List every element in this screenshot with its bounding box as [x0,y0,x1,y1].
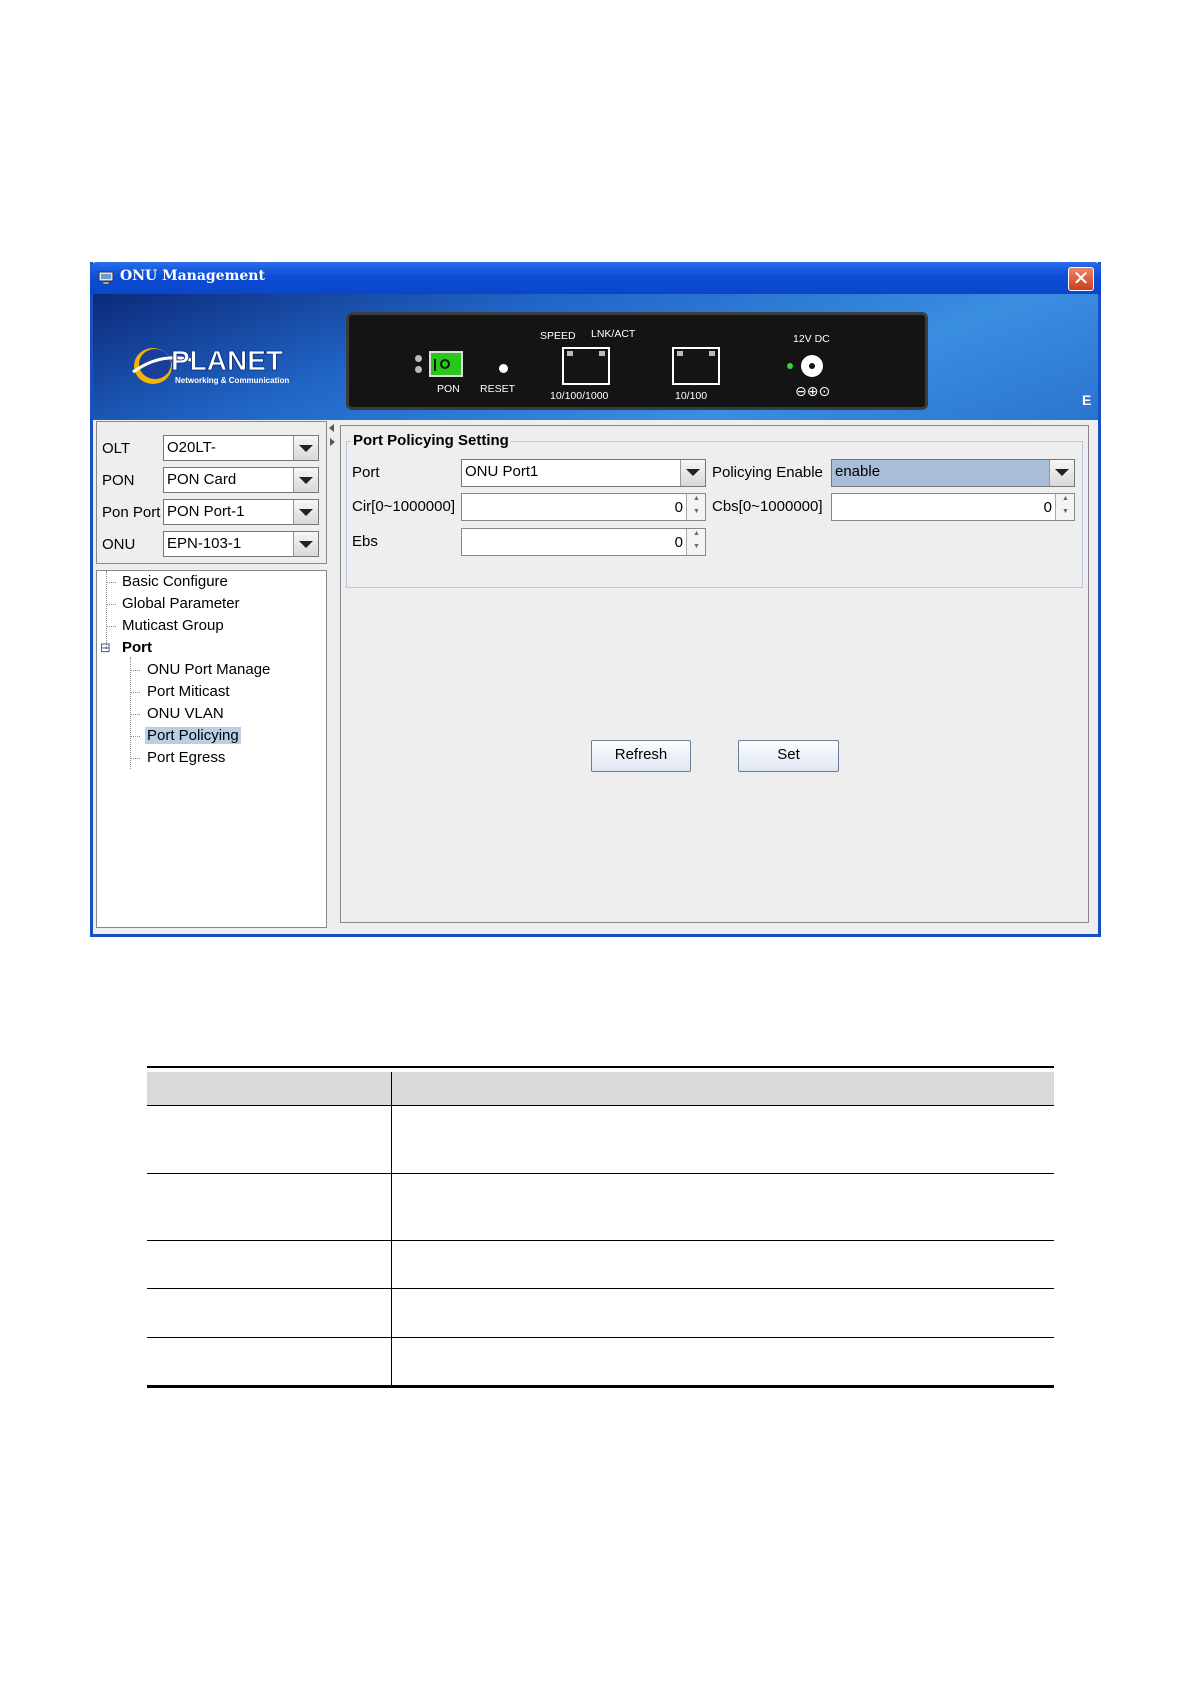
pon-label: PON [102,472,135,489]
tree-item-port-egress[interactable]: Port Egress [147,749,225,766]
splitter-collapse-icon[interactable] [329,424,334,432]
olt-select[interactable]: O20LT- [163,435,319,461]
pon-port-selector-row: Pon Port PON Port-1 [102,499,324,525]
table-row [147,1240,1054,1288]
computer-icon [98,271,114,285]
led-indicator [415,355,422,362]
tree-item-port-policying[interactable]: Port Policying [145,727,241,744]
chevron-down-icon[interactable] [293,532,318,556]
power-jack-icon [801,355,823,377]
close-button[interactable]: ✕ [1068,267,1094,291]
policying-enable-label: Policying Enable [712,464,823,481]
tree-item-port-miticast[interactable]: Port Miticast [147,683,230,700]
port-select[interactable]: ONU Port1 [461,459,706,487]
led-indicator [415,366,422,373]
window-titlebar[interactable]: ONU Management ✕ [90,262,1101,294]
group-title: Port Policying Setting [351,432,511,449]
chevron-down-icon[interactable] [293,500,318,524]
port-label: Port [352,464,380,481]
pon-selector-row: PON PON Card [102,467,324,493]
pon-port-select[interactable]: PON Port-1 [163,499,319,525]
pon-port-value: PON Port-1 [167,503,245,520]
port1-speed-label: 10/100/1000 [550,390,609,402]
lnk-act-label: LNK/ACT [591,328,636,340]
ethernet-port-icon [672,347,720,385]
table-row [147,1337,1054,1385]
cir-value: 0 [674,499,683,516]
olt-value: O20LT- [167,439,216,456]
spinner-buttons[interactable]: ▲ ▼ [686,529,705,555]
device-banner: PLANET Networking & Communication PON RE… [93,294,1098,420]
policying-enable-select[interactable]: enable [831,459,1075,487]
tree-item-basic-configure[interactable]: Basic Configure [122,573,228,590]
chevron-down-icon[interactable] [293,468,318,492]
power-led-icon [787,363,793,369]
tree-folder-port[interactable]: Port [122,639,152,656]
arrow-down-icon: ▼ [693,508,700,515]
planet-logo: PLANET Networking & Communication [132,345,289,385]
arrow-down-icon: ▼ [1062,508,1069,515]
cbs-value: 0 [1043,499,1052,516]
spinner-buttons[interactable]: ▲ ▼ [1055,494,1074,520]
pon-port-label: Pon Port [102,504,161,521]
cbs-label: Cbs[0~1000000] [712,498,823,515]
navigation-tree: Basic Configure Global Parameter Muticas… [96,570,327,928]
ebs-value: 0 [674,534,683,551]
onu-selector-row: ONU EPN-103-1 [102,531,324,557]
table-row [147,1105,1054,1173]
olt-selector-row: OLT O20LT- [102,435,324,461]
polarity-symbol-icon: ⊖⊕⊙ [795,383,831,399]
power-label: 12V DC [793,333,830,345]
banner-edge-text: E [1082,392,1092,408]
cir-input[interactable]: 0 ▲ ▼ [461,493,706,521]
collapse-toggle-icon[interactable]: ⊟ [100,641,112,654]
splitter-expand-icon[interactable] [330,438,335,446]
device-front-panel: PON RESET SPEED LNK/ACT 10/100/1000 10/1… [346,312,928,410]
selector-panel: OLT O20LT- PON PON Card Pon Port PON Por… [96,421,327,564]
refresh-button[interactable]: Refresh [591,740,691,772]
olt-label: OLT [102,440,131,457]
policying-enable-value: enable [835,463,881,480]
onu-label: ONU [102,536,136,553]
pon-port-icon [429,351,463,377]
tree-item-onu-vlan[interactable]: ONU VLAN [147,705,224,722]
onu-value: EPN-103-1 [167,535,242,552]
arrow-down-icon: ▼ [693,543,700,550]
port-value: ONU Port1 [465,463,539,480]
table-row [147,1288,1054,1337]
arrow-up-icon: ▲ [693,530,700,537]
tree-item-onu-port-manage[interactable]: ONU Port Manage [147,661,270,678]
speed-label: SPEED [540,330,576,342]
port2-speed-label: 10/100 [675,390,708,402]
chevron-down-icon[interactable] [680,460,705,486]
tree-item-global-parameter[interactable]: Global Parameter [122,595,240,612]
tree-item-muticast-group[interactable]: Muticast Group [122,617,224,634]
chevron-down-icon[interactable] [1049,460,1074,486]
reset-label: RESET [480,383,516,395]
reset-button-icon [499,364,508,373]
arrow-up-icon: ▲ [693,495,700,502]
ebs-label: Ebs [352,533,378,550]
cbs-input[interactable]: 0 ▲ ▼ [831,493,1075,521]
pon-select[interactable]: PON Card [163,467,319,493]
spinner-buttons[interactable]: ▲ ▼ [686,494,705,520]
table-header [147,1072,1054,1105]
window-title: ONU Management [120,268,265,284]
svg-text:PLANET: PLANET [171,345,283,376]
pon-value: PON Card [167,471,237,488]
pon-label: PON [437,383,460,395]
chevron-down-icon[interactable] [293,436,318,460]
description-table [147,1066,1054,1391]
svg-text:Networking & Communication: Networking & Communication [175,376,289,385]
table-row [147,1173,1054,1240]
set-button[interactable]: Set [738,740,839,772]
onu-select[interactable]: EPN-103-1 [163,531,319,557]
ebs-input[interactable]: 0 ▲ ▼ [461,528,706,556]
arrow-up-icon: ▲ [1062,495,1069,502]
ethernet-port-icon [562,347,610,385]
cir-label: Cir[0~1000000] [352,498,455,515]
